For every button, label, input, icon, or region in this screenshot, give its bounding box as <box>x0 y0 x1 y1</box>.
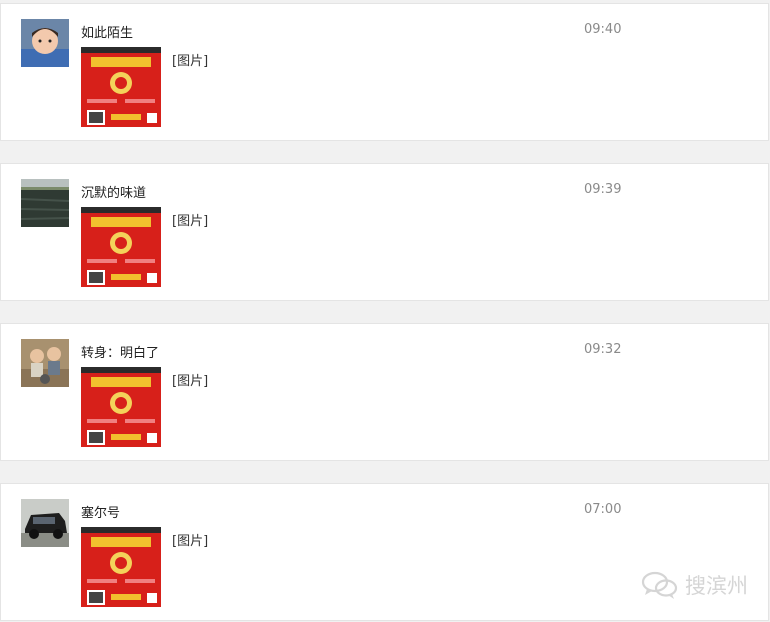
sender-name: 沉默的味道 <box>81 186 147 201</box>
chat-item[interactable]: 沉默的味道 09:39 [图片] <box>0 163 769 301</box>
avatar[interactable] <box>21 499 69 547</box>
poster-image <box>81 207 161 287</box>
image-thumbnail[interactable] <box>81 527 161 607</box>
avatar[interactable] <box>21 19 69 67</box>
sender-name: 塞尔号 <box>81 506 121 521</box>
avatar[interactable] <box>21 179 69 227</box>
poster-image <box>81 47 161 127</box>
timestamp: 07:00 <box>584 502 622 517</box>
image-caption: [图片] <box>172 374 209 389</box>
poster-image <box>81 367 161 447</box>
image-thumbnail[interactable] <box>81 207 161 287</box>
avatar[interactable] <box>21 339 69 387</box>
lake-avatar-image <box>21 179 69 227</box>
car-avatar-image <box>21 499 69 547</box>
timestamp: 09:32 <box>584 342 622 357</box>
image-thumbnail[interactable] <box>81 367 161 447</box>
watermark: 搜滨州 <box>641 570 748 600</box>
timestamp: 09:40 <box>584 22 622 37</box>
image-thumbnail[interactable] <box>81 47 161 127</box>
sender-name: 如此陌生 <box>81 26 134 41</box>
wechat-icon <box>641 571 678 599</box>
chat-item[interactable]: 转身：明白了 09:32 [图片] <box>0 323 769 461</box>
image-caption: [图片] <box>172 214 209 229</box>
child-avatar-image <box>21 19 69 67</box>
chat-item[interactable]: 塞尔号 07:00 [图片] <box>0 483 769 621</box>
timestamp: 09:39 <box>584 182 622 197</box>
sender-name: 转身：明白了 <box>81 346 160 361</box>
chat-item[interactable]: 如此陌生 09:40 [图片] <box>0 3 769 141</box>
image-caption: [图片] <box>172 54 209 69</box>
image-caption: [图片] <box>172 534 209 549</box>
watermark-text: 搜滨州 <box>685 574 748 598</box>
poster-image <box>81 527 161 607</box>
kids-avatar-image <box>21 339 69 387</box>
